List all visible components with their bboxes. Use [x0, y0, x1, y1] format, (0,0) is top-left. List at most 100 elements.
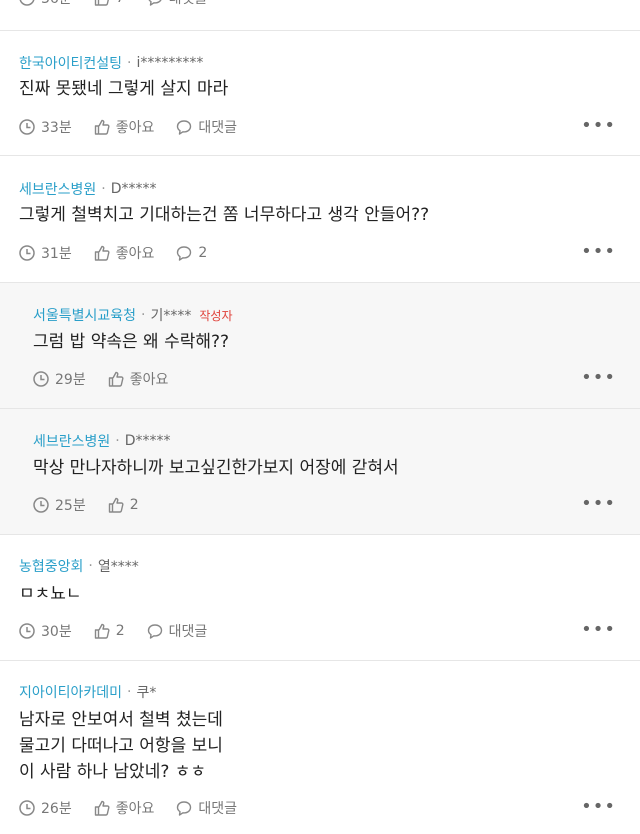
like-button[interactable]: 2	[108, 497, 139, 513]
more-icon[interactable]: •••	[581, 0, 616, 7]
comment-item: 한국아이티컨설팅 · i********* 진짜 못됐네 그렇게 살지 마라 33분…	[0, 31, 640, 156]
like-button[interactable]: 좋아요	[108, 369, 169, 389]
like-label: 7	[116, 0, 125, 6]
like-button[interactable]: 좋아요	[94, 117, 155, 137]
like-button[interactable]: 좋아요	[94, 798, 155, 818]
separator-dot: ·	[115, 433, 120, 449]
thumbs-up-icon	[94, 800, 110, 816]
clock-icon	[19, 800, 35, 816]
user-name: D*****	[124, 433, 171, 449]
time-label: 26분	[41, 801, 72, 817]
company-name[interactable]: 농협중앙회	[19, 556, 83, 576]
time-stamp: 26분	[19, 798, 72, 818]
company-name[interactable]: 세브란스병원	[19, 179, 96, 199]
like-button[interactable]: 좋아요	[94, 243, 155, 263]
like-label: 좋아요	[129, 372, 169, 388]
time-stamp: 25분	[33, 495, 86, 515]
time-label: 36분	[41, 0, 72, 8]
user-name: 열****	[97, 559, 139, 575]
time-label: 33분	[41, 120, 72, 136]
comment-partial: 36분 7 대댓글 •••	[0, 0, 640, 31]
comment-actions: 31분 좋아요 2	[19, 243, 229, 263]
comment-actions: 26분 좋아요 대댓글	[19, 798, 259, 818]
comment-item: 지아이티아카데미 · 쿠* 남자로 안보여서 철벽 쳤는데 물고기 다떠나고 어항을…	[0, 661, 640, 834]
thumbs-up-icon	[94, 623, 110, 639]
separator-dot: ·	[127, 55, 132, 71]
comment-meta: 세브란스병원 · D*****	[19, 177, 157, 201]
time-stamp: 36분	[19, 0, 72, 8]
comment-body: 남자로 안보여서 철벽 쳤는데 물고기 다떠나고 어항을 보니 이 사람 하나 …	[19, 710, 223, 782]
user-name: 쿠*	[136, 685, 157, 701]
speech-bubble-icon	[147, 0, 162, 6]
time-stamp: 33분	[19, 117, 72, 137]
comment-meta: 한국아이티컨설팅 · i*********	[19, 51, 203, 75]
more-icon[interactable]: •••	[581, 115, 616, 136]
comment-meta: 서울특별시교육청 · 기**** 작성자	[33, 303, 233, 327]
thumbs-up-icon	[94, 119, 110, 135]
time-stamp: 30분	[19, 621, 72, 641]
clock-icon	[33, 497, 49, 513]
comment-actions: 25분 2	[33, 495, 161, 515]
reply-label: 대댓글	[169, 0, 208, 8]
reply-count-button[interactable]: 2	[176, 245, 207, 261]
reply-button[interactable]: 대댓글	[176, 798, 237, 818]
thumbs-up-icon	[94, 0, 110, 6]
separator-dot: ·	[88, 558, 93, 574]
comment-body: ㅁㅊ뇨ㄴ	[19, 584, 82, 604]
company-name[interactable]: 지아이티아카데미	[19, 682, 122, 702]
comment-actions: 33분 좋아요 대댓글	[19, 117, 259, 137]
separator-dot: ·	[141, 307, 146, 323]
more-icon[interactable]: •••	[581, 619, 616, 640]
thumbs-up-icon	[108, 371, 124, 387]
separator-dot: ·	[127, 684, 132, 700]
like-count: 2	[129, 497, 139, 513]
separator-dot: ·	[101, 181, 106, 197]
comment-meta: 세브란스병원 · D*****	[33, 429, 171, 453]
reply-button[interactable]: 대댓글	[147, 0, 208, 8]
speech-bubble-icon	[177, 801, 192, 816]
thumbs-up-icon	[94, 245, 110, 261]
time-label: 30분	[41, 624, 72, 640]
user-name: i*********	[136, 55, 204, 71]
user-name: D*****	[110, 181, 157, 197]
time-label: 25분	[55, 498, 86, 514]
like-button[interactable]: 2	[94, 623, 125, 639]
like-button[interactable]: 7	[94, 0, 125, 6]
more-icon[interactable]: •••	[581, 796, 616, 817]
more-icon[interactable]: •••	[581, 241, 616, 262]
clock-icon	[19, 0, 35, 6]
comment-item: 농협중앙회 · 열**** ㅁㅊ뇨ㄴ 30분 2 대댓글 •••	[0, 535, 640, 661]
like-count: 2	[115, 623, 125, 639]
reply-item: 서울특별시교육청 · 기**** 작성자 그럼 밥 약속은 왜 수락해?? 29분 좋…	[0, 283, 640, 409]
time-stamp: 29분	[33, 369, 86, 389]
like-label: 좋아요	[115, 120, 155, 136]
company-name[interactable]: 세브란스병원	[33, 431, 110, 451]
like-label: 좋아요	[115, 801, 155, 817]
comment-actions: 30분 2 대댓글	[19, 621, 229, 641]
comment-body: 그럼 밥 약속은 왜 수락해??	[33, 332, 230, 352]
clock-icon	[19, 623, 35, 639]
author-badge: 작성자	[199, 308, 233, 323]
time-stamp: 31분	[19, 243, 72, 263]
more-icon[interactable]: •••	[581, 367, 616, 388]
speech-bubble-icon	[147, 624, 162, 639]
clock-icon	[19, 119, 35, 135]
comment-item: 세브란스병원 · D***** 그렇게 철벽치고 기대하는건 쫌 너무하다고 생각 …	[0, 156, 640, 283]
reply-label: 대댓글	[198, 120, 237, 136]
reply-count: 2	[198, 245, 208, 261]
reply-button[interactable]: 대댓글	[147, 621, 207, 641]
company-name[interactable]: 서울특별시교육청	[33, 305, 136, 325]
like-label: 좋아요	[115, 246, 155, 262]
comment-meta: 지아이티아카데미 · 쿠*	[19, 680, 156, 704]
reply-button[interactable]: 대댓글	[176, 117, 237, 137]
thumbs-up-icon	[108, 497, 124, 513]
company-name[interactable]: 한국아이티컨설팅	[19, 53, 122, 73]
more-icon[interactable]: •••	[581, 493, 616, 514]
comment-body: 진짜 못됐네 그렇게 살지 마라	[19, 79, 229, 99]
comment-actions: 29분 좋아요	[33, 369, 190, 389]
speech-bubble-icon	[177, 120, 192, 135]
clock-icon	[33, 371, 49, 387]
time-label: 29분	[55, 372, 86, 388]
reply-label: 대댓글	[198, 801, 237, 817]
comment-body: 막상 만나자하니까 보고싶긴한가보지 어장에 갇혀서	[33, 458, 399, 478]
